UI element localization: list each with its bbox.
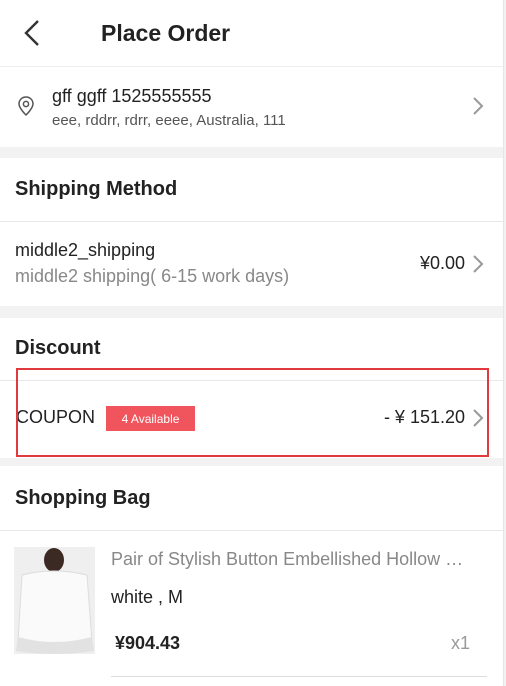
coupon-highlight-box bbox=[16, 368, 489, 457]
address-name-phone: gff ggff 1525555555 bbox=[52, 86, 212, 106]
divider bbox=[111, 676, 487, 677]
header: Place Order bbox=[0, 0, 503, 67]
product-name[interactable]: Pair of Stylish Button Embellished Hollo… bbox=[111, 549, 471, 570]
product-variant: white , M bbox=[111, 587, 184, 607]
shipping-price: ¥0.00 bbox=[419, 253, 465, 273]
product-price: ¥904.43 bbox=[115, 633, 181, 653]
discount-title: Discount bbox=[15, 337, 101, 359]
address-line: eee, rddrr, rdrr, eeee, Australia, 111 bbox=[52, 112, 286, 129]
product-image[interactable] bbox=[14, 547, 95, 654]
section-divider bbox=[0, 306, 503, 318]
back-arrow-icon[interactable] bbox=[18, 18, 46, 48]
section-divider bbox=[0, 458, 503, 466]
section-divider bbox=[0, 147, 503, 158]
address-row[interactable] bbox=[0, 67, 503, 147]
divider bbox=[0, 530, 503, 531]
shopping-bag-title: Shopping Bag bbox=[15, 487, 151, 509]
shipping-description: middle2 shipping( 6-15 work days) bbox=[15, 266, 290, 286]
chevron-right-icon[interactable] bbox=[472, 254, 484, 274]
page-title: Place Order bbox=[101, 20, 231, 46]
location-pin-icon bbox=[15, 95, 37, 122]
shipping-name: middle2_shipping bbox=[15, 240, 156, 260]
place-order-page: Place Order gff ggff 1525555555 eee, rdd… bbox=[0, 0, 504, 686]
chevron-right-icon[interactable] bbox=[472, 96, 484, 116]
product-quantity: x1 bbox=[450, 633, 470, 653]
shipping-method-title: Shipping Method bbox=[15, 178, 178, 200]
